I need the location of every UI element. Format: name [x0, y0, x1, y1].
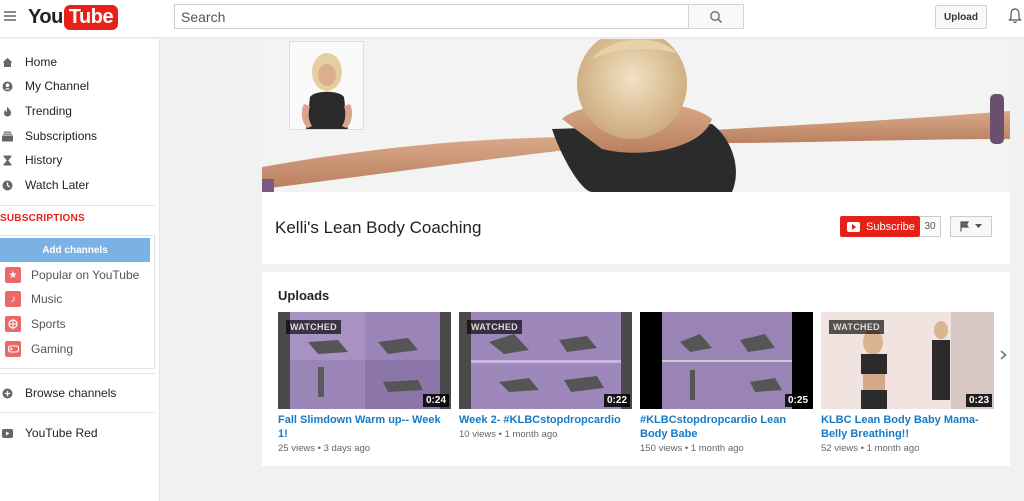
menu-icon[interactable] — [4, 11, 16, 21]
sidebar-divider — [0, 205, 155, 206]
video-meta: 10 views • 1 month ago — [459, 429, 558, 440]
search-button[interactable] — [688, 4, 744, 29]
sidebar-divider — [0, 373, 155, 374]
video-duration: 0:22 — [603, 394, 630, 407]
logo-you-text: You — [28, 5, 63, 28]
home-icon — [2, 57, 13, 68]
channel-avatar[interactable] — [289, 41, 364, 130]
sidebar-item-label: Browse channels — [25, 386, 117, 400]
chevron-right-icon[interactable] — [998, 348, 1008, 362]
flame-icon — [2, 106, 13, 117]
subscription-item-music[interactable]: ♪ Music — [0, 288, 150, 310]
video-item[interactable]: WATCHED 0:24 Fall Slimdown Warm up-- Wee… — [278, 312, 451, 454]
video-thumbnail[interactable]: WATCHED 0:23 — [821, 312, 994, 409]
uploads-heading[interactable]: Uploads — [278, 288, 329, 303]
subscriptions-icon — [2, 131, 13, 142]
sidebar-item-my-channel[interactable]: My Channel — [0, 74, 160, 98]
subscriber-count: 30 — [920, 216, 941, 237]
flag-icon — [960, 221, 970, 232]
video-title[interactable]: Week 2- #KLBCstopdropcardio — [459, 413, 632, 427]
star-icon: ★ — [5, 267, 21, 283]
video-title[interactable]: KLBC Lean Body Baby Mama-Belly Breathing… — [821, 413, 994, 441]
youtube-play-icon — [847, 221, 860, 232]
video-meta: 52 views • 1 month ago — [821, 443, 920, 454]
user-icon — [2, 81, 13, 92]
video-thumbnail[interactable]: WATCHED 0:24 — [278, 312, 451, 409]
sidebar-item-browse-channels[interactable]: Browse channels — [0, 381, 160, 405]
chevron-down-icon — [975, 224, 982, 228]
music-icon: ♪ — [5, 291, 21, 307]
channel-title: Kelli's Lean Body Coaching — [275, 218, 482, 237]
subscription-label: Sports — [31, 317, 66, 331]
notifications-bell-icon[interactable] — [1008, 7, 1022, 25]
youtube-red-icon — [2, 428, 13, 439]
guide-sidebar: Home My Channel Trending Subscriptions H… — [0, 39, 160, 501]
video-duration: 0:23 — [965, 394, 992, 407]
sidebar-item-label: History — [25, 153, 63, 167]
top-bar: You Tube Upload — [0, 0, 1024, 38]
video-duration: 0:25 — [784, 394, 811, 407]
watched-badge: WATCHED — [829, 320, 884, 334]
hourglass-icon — [2, 155, 13, 166]
sidebar-item-history[interactable]: History — [0, 148, 160, 172]
video-meta: 150 views • 1 month ago — [640, 443, 744, 454]
subscription-item-gaming[interactable]: Gaming — [0, 338, 150, 360]
clock-icon — [2, 180, 13, 191]
sidebar-item-subscriptions[interactable]: Subscriptions — [0, 124, 160, 148]
sidebar-item-label: Subscriptions — [25, 129, 98, 143]
youtube-logo[interactable]: You Tube — [28, 4, 119, 30]
sidebar-item-youtube-red[interactable]: YouTube Red — [0, 421, 160, 445]
subscribe-label: Subscribe — [866, 220, 915, 233]
video-item[interactable]: 0:25 #KLBCstopdropcardio Lean Body Babe … — [640, 312, 813, 454]
sidebar-item-home[interactable]: Home — [0, 50, 160, 74]
add-channels-button[interactable]: Add channels — [0, 238, 150, 262]
subscription-item-popular[interactable]: ★ Popular on YouTube — [0, 264, 150, 286]
channel-banner-image — [262, 39, 1010, 192]
video-meta: 25 views • 3 days ago — [278, 443, 371, 454]
sidebar-item-label: My Channel — [25, 79, 90, 93]
sidebar-item-label: YouTube Red — [25, 426, 98, 440]
channel-header-card: Kelli's Lean Body Coaching Subscribe 30 — [262, 39, 1010, 264]
subscription-label: Gaming — [31, 342, 74, 356]
video-thumbnail[interactable]: 0:25 — [640, 312, 813, 409]
sidebar-item-label: Trending — [25, 104, 72, 118]
subscription-item-sports[interactable]: Sports — [0, 313, 150, 335]
uploads-section: Uploads WATCHED 0:24 Fall Slimdown Warm … — [262, 272, 1010, 466]
watched-badge: WATCHED — [286, 320, 341, 334]
video-title[interactable]: Fall Slimdown Warm up-- Week 1! — [278, 413, 451, 441]
sports-icon — [5, 316, 21, 332]
sidebar-item-label: Watch Later — [25, 178, 90, 192]
subscription-label: Popular on YouTube — [31, 268, 140, 282]
logo-tube-text: Tube — [63, 4, 119, 30]
video-item[interactable]: WATCHED 0:22 Week 2- #KLBCstopdropcardio… — [459, 312, 632, 440]
video-duration: 0:24 — [422, 394, 449, 407]
search-bar — [174, 4, 744, 29]
sidebar-item-label: Home — [25, 55, 58, 69]
subscription-label: Music — [31, 292, 63, 306]
search-input[interactable] — [174, 4, 688, 29]
sidebar-item-trending[interactable]: Trending — [0, 99, 160, 123]
subscriptions-box: Add channels ★ Popular on YouTube ♪ Musi… — [0, 235, 155, 369]
plus-circle-icon — [2, 388, 13, 399]
sidebar-item-watch-later[interactable]: Watch Later — [0, 173, 160, 197]
subscriptions-heading: SUBSCRIPTIONS — [0, 213, 85, 224]
sidebar-divider — [0, 412, 155, 413]
upload-button[interactable]: Upload — [935, 5, 987, 29]
subscribe-button[interactable]: Subscribe — [840, 216, 920, 237]
video-title[interactable]: #KLBCstopdropcardio Lean Body Babe — [640, 413, 813, 441]
flag-menu-button[interactable] — [950, 216, 992, 237]
video-thumbnail[interactable]: WATCHED 0:22 — [459, 312, 632, 409]
search-icon — [710, 10, 723, 23]
video-item[interactable]: WATCHED 0:23 KLBC Lean Body Baby Mama-Be… — [821, 312, 994, 454]
gamepad-icon — [5, 341, 21, 357]
watched-badge: WATCHED — [467, 320, 522, 334]
